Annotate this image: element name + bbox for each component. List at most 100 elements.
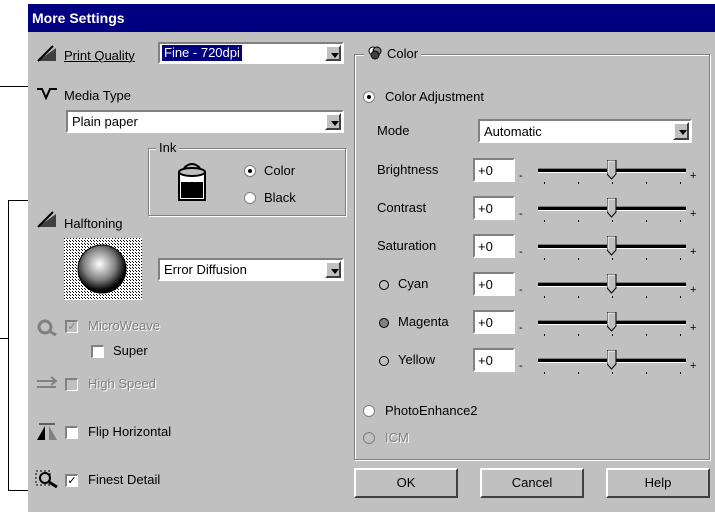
slider-value: +0 bbox=[478, 353, 493, 368]
super-label[interactable]: Super bbox=[113, 343, 148, 358]
slider-value-field[interactable]: +0 bbox=[473, 310, 515, 334]
photoenhance-label[interactable]: PhotoEnhance2 bbox=[385, 403, 478, 418]
slider-thumb[interactable] bbox=[607, 350, 617, 370]
mode-dropdown-arrow[interactable] bbox=[673, 122, 689, 140]
cyan-swatch-dot bbox=[379, 280, 389, 290]
ink-black-label[interactable]: Black bbox=[264, 190, 296, 205]
slider-tick bbox=[646, 372, 647, 374]
slider-tick bbox=[680, 334, 681, 336]
ink-cartridge-icon bbox=[178, 163, 206, 201]
photoenhance-radio[interactable] bbox=[363, 405, 375, 417]
media-type-dropdown-arrow[interactable] bbox=[325, 113, 341, 130]
high-speed-icon bbox=[37, 376, 58, 388]
slider-tick bbox=[544, 258, 545, 260]
slider-tick bbox=[578, 258, 579, 260]
slider-tick bbox=[612, 334, 613, 336]
slider-tick bbox=[646, 220, 647, 222]
slider-tick bbox=[578, 372, 579, 374]
slider-value-field[interactable]: +0 bbox=[473, 272, 515, 296]
slider-tick bbox=[680, 182, 681, 184]
slider-label: Magenta bbox=[398, 314, 449, 329]
slider-plus-label: + bbox=[690, 284, 697, 296]
dialog-title: More Settings bbox=[28, 4, 715, 32]
slider-value-field[interactable]: +0 bbox=[473, 196, 515, 220]
color-adjustment-label[interactable]: Color Adjustment bbox=[385, 89, 484, 104]
slider-label: Cyan bbox=[398, 276, 429, 291]
slider-thumb[interactable] bbox=[607, 274, 617, 294]
slider-label: Brightness bbox=[377, 162, 439, 177]
print-quality-label: Print Quality bbox=[64, 48, 135, 63]
slider-plus-label: + bbox=[690, 322, 697, 334]
slider-tick bbox=[544, 182, 545, 184]
icm-radio[interactable] bbox=[363, 432, 375, 444]
slider-value: +0 bbox=[478, 163, 493, 178]
ink-black-radio[interactable] bbox=[244, 192, 256, 204]
microweave-checkbox[interactable]: ✓ bbox=[65, 320, 78, 333]
slider-tick bbox=[612, 372, 613, 374]
color-adjustment-radio[interactable] bbox=[363, 91, 375, 103]
slider-minus-label: - bbox=[519, 170, 523, 182]
slider-tick bbox=[646, 182, 647, 184]
slider-minus-label: - bbox=[519, 360, 523, 372]
microweave-icon bbox=[37, 319, 57, 336]
slider-plus-label: + bbox=[690, 246, 697, 258]
slider-tick bbox=[680, 296, 681, 298]
slider-value: +0 bbox=[478, 315, 493, 330]
halftoning-dropdown-arrow[interactable] bbox=[325, 261, 341, 278]
microweave-label[interactable]: MicroWeave bbox=[88, 318, 160, 333]
slider-tick bbox=[680, 220, 681, 222]
slider-tick bbox=[578, 296, 579, 298]
slider-tick bbox=[578, 334, 579, 336]
color-group bbox=[354, 54, 710, 460]
slider-value: +0 bbox=[478, 239, 493, 254]
mode-value: Automatic bbox=[484, 124, 542, 139]
color-group-legend: Color bbox=[364, 46, 422, 61]
callout-line-microweave bbox=[0, 338, 8, 339]
help-button[interactable]: Help bbox=[606, 468, 710, 498]
ok-button[interactable]: OK bbox=[354, 468, 458, 498]
slider-plus-label: + bbox=[690, 170, 697, 182]
super-checkbox[interactable] bbox=[91, 345, 104, 358]
media-type-label: Media Type bbox=[64, 88, 131, 103]
cancel-button[interactable]: Cancel bbox=[480, 468, 584, 498]
color-wheel-icon bbox=[368, 46, 382, 60]
slider-thumb[interactable] bbox=[607, 198, 617, 218]
ink-color-radio[interactable] bbox=[244, 165, 256, 177]
icm-label[interactable]: ICM bbox=[385, 430, 409, 445]
media-type-icon bbox=[37, 88, 57, 100]
finest-detail-label[interactable]: Finest Detail bbox=[88, 472, 160, 487]
halftoning-preview-image bbox=[64, 238, 142, 300]
slider-thumb[interactable] bbox=[607, 312, 617, 332]
halftoning-icon bbox=[37, 211, 56, 228]
print-quality-icon bbox=[37, 45, 56, 62]
finest-detail-checkbox[interactable]: ✓ bbox=[65, 474, 78, 487]
ink-color-label[interactable]: Color bbox=[264, 163, 295, 178]
slider-label: Saturation bbox=[377, 238, 437, 253]
slider-thumb[interactable] bbox=[607, 236, 617, 256]
slider-tick bbox=[612, 182, 613, 184]
slider-label: Yellow bbox=[398, 352, 436, 367]
slider-tick bbox=[646, 296, 647, 298]
mode-select[interactable]: Automatic bbox=[478, 119, 692, 143]
slider-value-field[interactable]: +0 bbox=[473, 234, 515, 258]
media-type-select[interactable]: Plain paper bbox=[66, 110, 344, 133]
slider-plus-label: + bbox=[690, 208, 697, 220]
ink-group-label: Ink bbox=[156, 140, 180, 155]
slider-tick bbox=[646, 334, 647, 336]
slider-tick bbox=[578, 220, 579, 222]
slider-value-field[interactable]: +0 bbox=[473, 348, 515, 372]
yellow-swatch-dot bbox=[379, 356, 389, 366]
high-speed-label[interactable]: High Speed bbox=[88, 376, 156, 391]
slider-value: +0 bbox=[478, 201, 493, 216]
halftoning-label: Halftoning bbox=[64, 216, 123, 231]
high-speed-checkbox[interactable] bbox=[65, 378, 78, 391]
flip-horizontal-checkbox[interactable] bbox=[65, 426, 78, 439]
slider-thumb[interactable] bbox=[607, 160, 617, 180]
slider-tick bbox=[612, 296, 613, 298]
print-quality-select[interactable]: Fine - 720dpi bbox=[158, 42, 344, 64]
color-group-label: Color bbox=[387, 46, 419, 61]
flip-horizontal-label[interactable]: Flip Horizontal bbox=[88, 424, 171, 439]
slider-value-field[interactable]: +0 bbox=[473, 158, 515, 182]
halftoning-select[interactable]: Error Diffusion bbox=[158, 258, 344, 281]
print-quality-dropdown-arrow[interactable] bbox=[325, 45, 341, 61]
